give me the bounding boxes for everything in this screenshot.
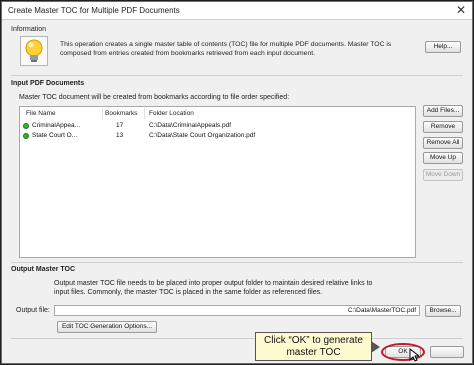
file-name-cell: State Court O...: [32, 132, 78, 139]
column-header-bookmarks[interactable]: Bookmarks: [105, 110, 138, 117]
lightbulb-icon: [20, 36, 48, 66]
move-up-button[interactable]: Move Up: [423, 152, 463, 164]
column-separator: [144, 108, 145, 119]
status-ok-icon: [23, 133, 29, 139]
column-header-file-name[interactable]: File Name: [26, 110, 56, 117]
information-label: Information: [11, 26, 47, 33]
table-row[interactable]: State Court O... 13 C:\Data\State Court …: [20, 131, 415, 141]
output-file-field[interactable]: C:\Data\MasterTOC.pdf: [54, 305, 420, 316]
output-master-toc-label: Output Master TOC: [11, 266, 76, 273]
mouse-pointer-icon: [409, 348, 419, 362]
output-description: Output master TOC file needs to be place…: [54, 280, 373, 296]
output-file-label: Output file:: [16, 307, 50, 314]
browse-button[interactable]: Browse...: [425, 305, 461, 317]
input-documents-label: Input PDF Documents: [11, 80, 85, 87]
section-divider: [11, 262, 463, 263]
help-button[interactable]: Help...: [425, 41, 461, 53]
input-file-list[interactable]: File Name Bookmarks Folder Location Crim…: [19, 106, 416, 258]
cancel-button[interactable]: [430, 346, 464, 358]
folder-location-cell: C:\Data\CriminalAppeals.pdf: [149, 122, 232, 129]
close-icon[interactable]: ✕: [456, 3, 466, 17]
callout-line-2: master TOC: [286, 347, 341, 358]
window-title: Create Master TOC for Multiple PDF Docum…: [8, 6, 180, 15]
dialog-window: Create Master TOC for Multiple PDF Docum…: [1, 1, 473, 364]
move-down-button[interactable]: Move Down: [423, 169, 463, 181]
information-text: This operation creates a single master t…: [60, 41, 392, 57]
remove-all-button[interactable]: Remove All: [423, 137, 463, 149]
table-row[interactable]: CriminalAppea... 17 C:\Data\CriminalAppe…: [20, 121, 415, 131]
folder-location-cell: C:\Data\State Court Organization.pdf: [149, 132, 256, 139]
section-divider: [11, 75, 463, 76]
footer-divider: [11, 338, 463, 339]
status-ok-icon: [23, 123, 29, 129]
file-name-cell: CriminalAppea...: [32, 122, 81, 129]
bookmarks-cell: 13: [116, 132, 124, 139]
column-separator: [102, 108, 103, 119]
callout-line-1: Click “OK” to generate: [264, 335, 363, 346]
add-files-button[interactable]: Add Files...: [423, 105, 463, 117]
title-bar: Create Master TOC for Multiple PDF Docum…: [2, 2, 472, 20]
callout-pointer: [371, 341, 380, 353]
instruction-callout: Click “OK” to generate master TOC: [255, 332, 372, 361]
remove-button[interactable]: Remove: [423, 121, 463, 133]
bookmarks-cell: 17: [116, 122, 124, 129]
column-header-folder-location[interactable]: Folder Location: [149, 110, 194, 117]
edit-toc-generation-options-button[interactable]: Edit TOC Generation Options...: [57, 321, 157, 333]
input-description: Master TOC document will be created from…: [19, 94, 290, 101]
